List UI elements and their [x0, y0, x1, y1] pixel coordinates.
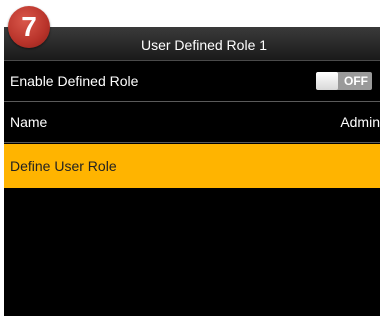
name-row[interactable]: Name Admin — [4, 102, 380, 143]
name-label: Name — [10, 114, 48, 130]
name-value: Admin — [340, 114, 380, 130]
screen-title: User Defined Role 1 — [140, 37, 268, 53]
enable-defined-role-label: Enable Defined Role — [10, 73, 139, 89]
define-user-role-label: Define User Role — [10, 158, 117, 174]
title-bar: User Defined Role 1 — [4, 27, 380, 61]
toggle-knob — [316, 72, 338, 90]
step-number-badge: 7 — [8, 6, 50, 48]
define-user-role-row[interactable]: Define User Role — [4, 144, 380, 188]
toggle-state-label: OFF — [344, 74, 368, 88]
device-screen: User Defined Role 1 Enable Defined Role … — [4, 27, 380, 316]
enable-role-toggle[interactable]: OFF — [316, 72, 372, 90]
enable-defined-role-row[interactable]: Enable Defined Role OFF — [4, 61, 380, 102]
